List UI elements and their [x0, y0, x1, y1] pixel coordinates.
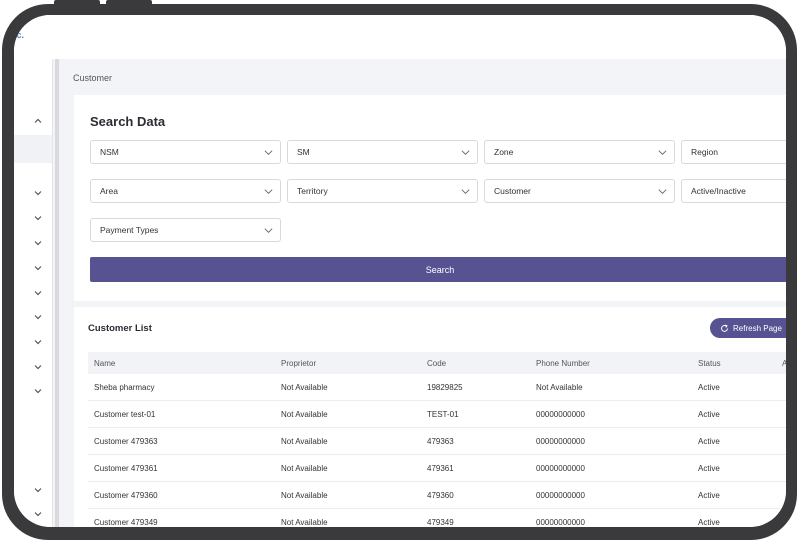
select-label: Region: [691, 147, 718, 157]
cell-status: Active: [698, 410, 720, 419]
logo: .c.: [14, 30, 25, 40]
refresh-icon: [721, 323, 728, 332]
table-row[interactable]: Customer 479363 Not Available 479363 000…: [88, 428, 786, 455]
column-header: Phone Number: [536, 359, 590, 368]
sidebar-scrollbar[interactable]: [55, 59, 59, 527]
chevron-down-icon[interactable]: [32, 212, 44, 224]
cell-name: Customer 479349: [94, 518, 158, 527]
cell-proprietor: Not Available: [281, 410, 328, 419]
cell-name: Customer 479361: [94, 464, 158, 473]
cell-code: 479363: [427, 437, 454, 446]
chevron-down-icon[interactable]: [32, 187, 44, 199]
customer-list-card: Customer List Refresh Page Name Propriet…: [74, 307, 786, 527]
column-header: Status: [698, 359, 721, 368]
refresh-page-button[interactable]: Refresh Page: [710, 318, 786, 338]
cell-name: Customer 479360: [94, 491, 158, 500]
sidebar: [14, 59, 53, 527]
cell-code: TEST-01: [427, 410, 459, 419]
search-card: Search Data NSM SM Zone Region Area Terr…: [74, 95, 786, 301]
select-label: SM: [297, 147, 310, 157]
table-row[interactable]: Sheba pharmacy Not Available 19829825 No…: [88, 374, 786, 401]
cell-code: 479349: [427, 518, 454, 527]
tablet-frame: .c. Customer Search Data NSM SM Zone Reg…: [2, 4, 797, 540]
chevron-down-icon[interactable]: [32, 336, 44, 348]
cell-status: Active: [698, 518, 720, 527]
chevron-down-icon: [658, 150, 667, 155]
breadcrumb: Customer: [73, 73, 113, 83]
select-label: Customer: [494, 186, 531, 196]
main-content: Customer Search Data NSM SM Zone Region: [60, 59, 786, 527]
cell-status: Active: [698, 383, 720, 392]
search-title: Search Data: [90, 114, 166, 129]
table-row[interactable]: Customer 479360 Not Available 479360 000…: [88, 482, 786, 509]
chevron-down-icon[interactable]: [32, 385, 44, 397]
payment-types-select[interactable]: Payment Types: [90, 218, 281, 242]
chevron-down-icon: [658, 189, 667, 194]
chevron-down-icon: [264, 228, 273, 233]
chevron-down-icon: [264, 150, 273, 155]
cell-proprietor: Not Available: [281, 464, 328, 473]
table-header: Name Proprietor Code Phone Number Status…: [88, 352, 786, 374]
cell-proprietor: Not Available: [281, 383, 328, 392]
cell-name: Customer 479363: [94, 437, 158, 446]
top-bar: .c.: [14, 15, 786, 59]
cell-status: Active: [698, 464, 720, 473]
cell-phone: 00000000000: [536, 518, 585, 527]
area-select[interactable]: Area: [90, 179, 281, 203]
cell-code: 479361: [427, 464, 454, 473]
cell-phone: 00000000000: [536, 491, 585, 500]
column-header: Proprietor: [281, 359, 317, 368]
customer-select[interactable]: Customer: [484, 179, 675, 203]
column-header: Code: [427, 359, 447, 368]
search-button[interactable]: Search: [90, 257, 786, 282]
chevron-down-icon: [461, 189, 470, 194]
chevron-down-icon: [461, 150, 470, 155]
select-label: Active/Inactive: [691, 186, 746, 196]
chevron-down-icon[interactable]: [32, 287, 44, 299]
cell-code: 19829825: [427, 383, 463, 392]
cell-name: Customer test-01: [94, 410, 156, 419]
cell-proprietor: Not Available: [281, 491, 328, 500]
chevron-down-icon[interactable]: [32, 361, 44, 373]
select-label: Payment Types: [100, 225, 159, 235]
cell-status: Active: [698, 491, 720, 500]
refresh-label: Refresh Page: [733, 323, 782, 333]
select-label: Territory: [297, 186, 328, 196]
chevron-down-icon[interactable]: [32, 237, 44, 249]
select-label: NSM: [100, 147, 119, 157]
cell-proprietor: Not Available: [281, 518, 328, 527]
active-inactive-select[interactable]: Active/Inactive: [681, 179, 786, 203]
chevron-down-icon[interactable]: [32, 484, 44, 496]
chevron-down-icon: [264, 189, 273, 194]
cell-status: Active: [698, 437, 720, 446]
table-row[interactable]: Customer 479349 Not Available 479349 000…: [88, 509, 786, 527]
chevron-down-icon[interactable]: [32, 311, 44, 323]
cell-phone: 00000000000: [536, 410, 585, 419]
cell-phone: Not Available: [536, 383, 583, 392]
sidebar-active-item[interactable]: [14, 135, 52, 163]
nsm-select[interactable]: NSM: [90, 140, 281, 164]
chevron-down-icon[interactable]: [32, 508, 44, 520]
cell-code: 479360: [427, 491, 454, 500]
select-label: Area: [100, 186, 118, 196]
zone-select[interactable]: Zone: [484, 140, 675, 164]
column-header: Name: [94, 359, 116, 368]
sm-select[interactable]: SM: [287, 140, 478, 164]
cell-phone: 00000000000: [536, 464, 585, 473]
screen: .c. Customer Search Data NSM SM Zone Reg…: [14, 15, 786, 527]
table-row[interactable]: Customer 479361 Not Available 479361 000…: [88, 455, 786, 482]
region-select[interactable]: Region: [681, 140, 786, 164]
chevron-up-icon[interactable]: [32, 115, 44, 127]
cell-phone: 00000000000: [536, 437, 585, 446]
select-label: Zone: [494, 147, 514, 157]
column-header: A: [782, 359, 786, 368]
chevron-down-icon[interactable]: [32, 262, 44, 274]
territory-select[interactable]: Territory: [287, 179, 478, 203]
customer-list-title: Customer List: [88, 323, 152, 334]
table-row[interactable]: Customer test-01 Not Available TEST-01 0…: [88, 401, 786, 428]
cell-proprietor: Not Available: [281, 437, 328, 446]
cell-name: Sheba pharmacy: [94, 383, 155, 392]
